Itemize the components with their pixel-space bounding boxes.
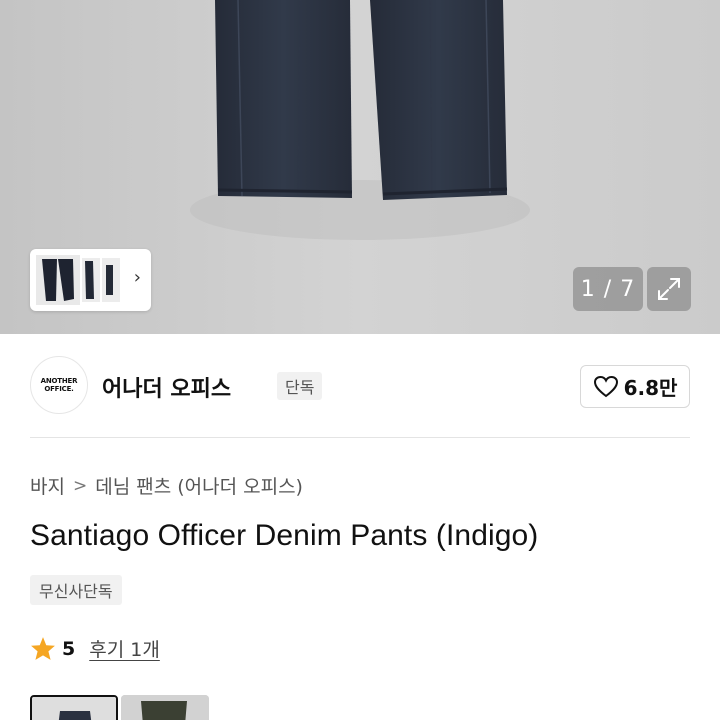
like-button[interactable]: 6.8만 [580, 365, 690, 408]
breadcrumb-subcategory[interactable]: 데님 팬츠 (어나더 오피스) [95, 472, 303, 499]
breadcrumb: 바지 > 데님 팬츠 (어나더 오피스) [30, 472, 303, 499]
star-icon [31, 637, 55, 660]
review-link[interactable]: 후기 1개 [89, 635, 160, 662]
exclusive-badge: 무신사단독 [30, 575, 122, 605]
brand-exclusive-badge: 단독 [277, 372, 323, 400]
brand-logo-line2: OFFICE. [44, 385, 74, 393]
brand-logo[interactable]: ANOTHER OFFICE. [30, 356, 88, 414]
color-option-image [121, 695, 209, 720]
breadcrumb-separator: > [72, 475, 88, 496]
image-counter: 1 / 7 [573, 267, 643, 311]
product-image-gallery[interactable]: › 1 / 7 [0, 0, 720, 334]
heart-outline-icon [593, 375, 618, 397]
thumbnail-strip[interactable]: › [30, 249, 151, 311]
chevron-right-icon[interactable]: › [134, 269, 141, 287]
product-title: Santiago Officer Denim Pants (Indigo) [30, 519, 539, 552]
thumbnail-images [36, 255, 120, 305]
like-count: 6.8만 [623, 376, 678, 400]
expand-icon [658, 278, 680, 300]
color-option-image [32, 697, 116, 720]
brand-name[interactable]: 어나더 오피스 [102, 371, 231, 403]
brand-logo-line1: ANOTHER [40, 377, 78, 385]
divider [30, 437, 690, 438]
brand-row: ANOTHER OFFICE. 어나더 오피스 단독 6.8만 [30, 356, 690, 416]
expand-button[interactable] [647, 267, 691, 311]
color-option-selected[interactable] [30, 695, 118, 720]
rating-score: 5 [62, 637, 76, 660]
breadcrumb-category[interactable]: 바지 [30, 472, 65, 499]
color-option[interactable] [121, 695, 209, 720]
rating-row: 5 후기 1개 [30, 635, 160, 662]
